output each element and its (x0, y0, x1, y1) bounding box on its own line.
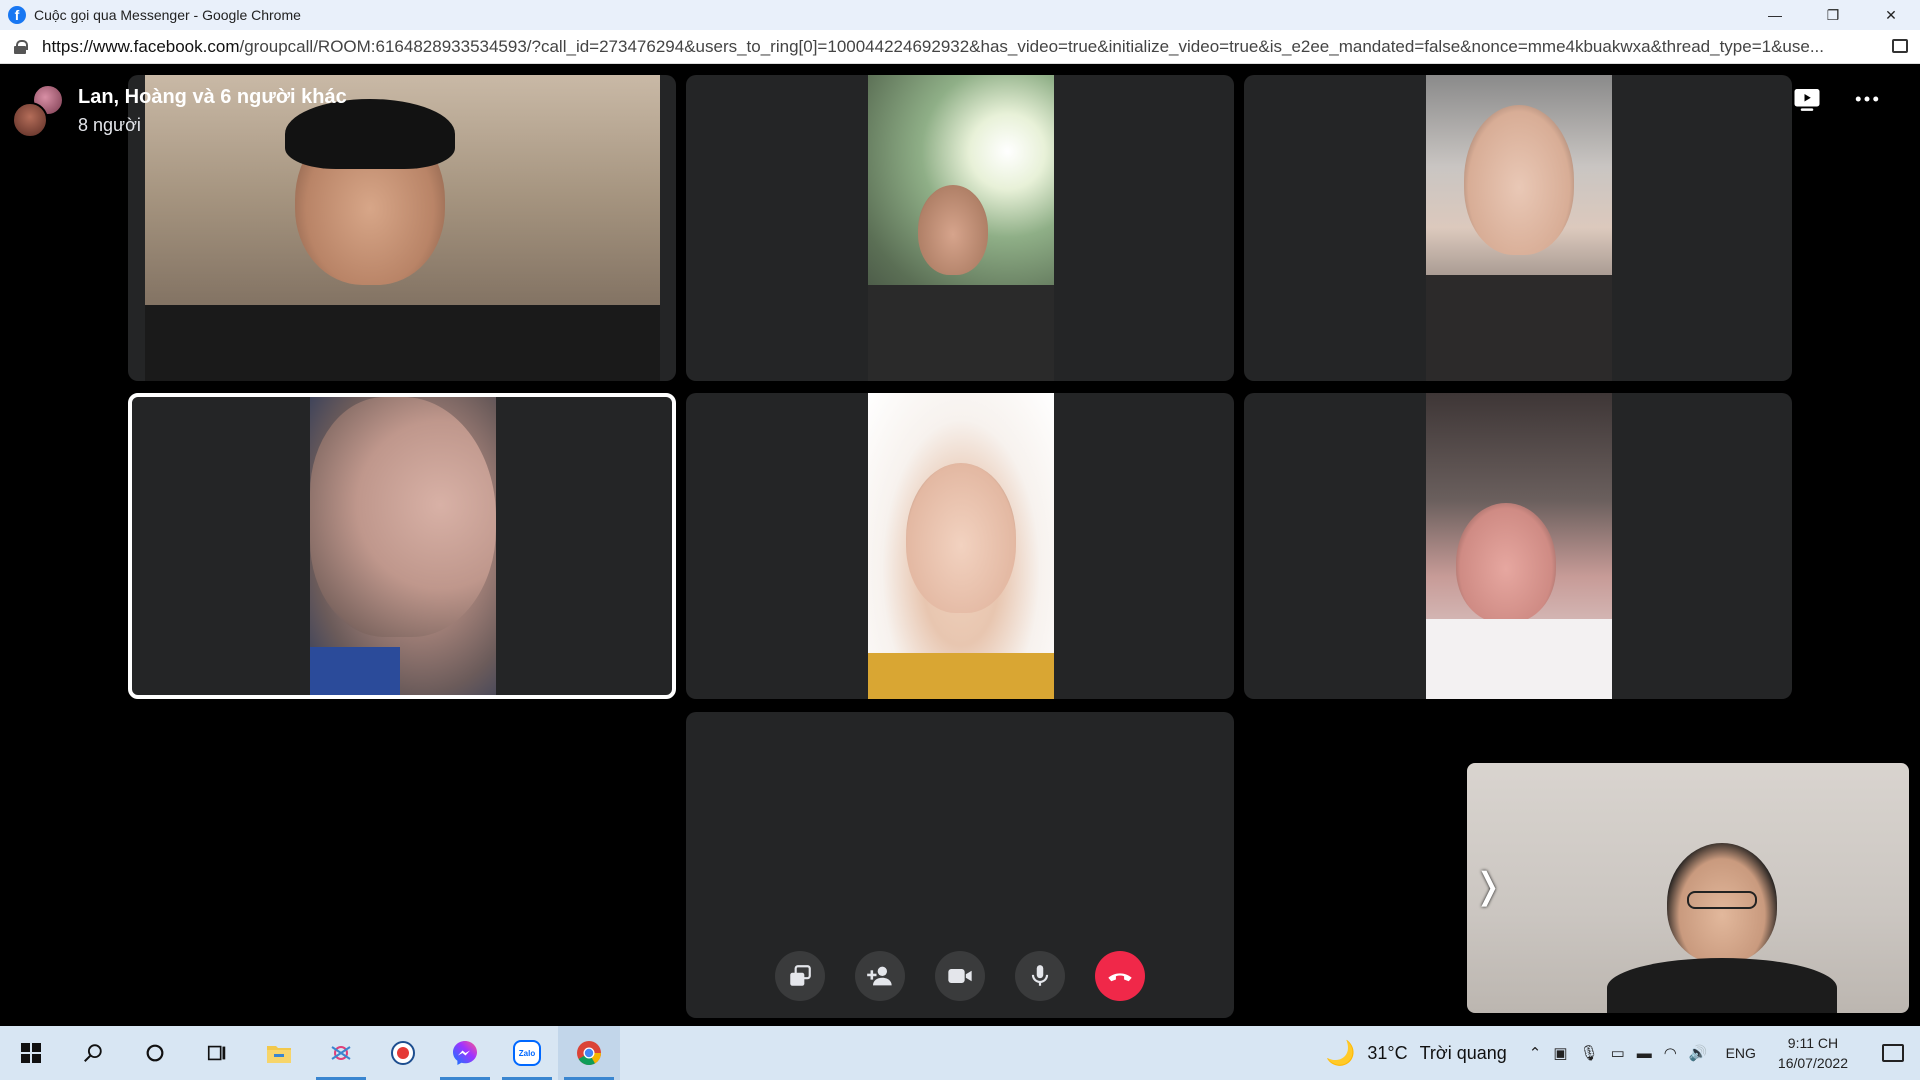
url-path: /groupcall/ROOM:6164828933534593/?call_i… (239, 36, 1825, 56)
group-name: Lan, Hoàng và 6 người khác (78, 86, 347, 108)
add-person-button[interactable] (855, 951, 905, 1001)
participant-tile[interactable] (1244, 393, 1792, 699)
call-area: Lan, Hoàng và 6 người khác 8 người ❭ (0, 64, 1920, 1026)
participant-video (310, 397, 496, 695)
participant-face (1456, 503, 1556, 623)
windows-start-icon (21, 1043, 41, 1063)
participant-video (868, 393, 1054, 699)
clock[interactable]: 9:11 CH 16/07/2022 (1778, 1033, 1848, 1073)
camera-icon (948, 969, 972, 983)
weather-temp: 31°C (1367, 1042, 1408, 1063)
lock-icon[interactable] (14, 39, 28, 54)
chrome-icon (577, 1041, 601, 1066)
window-title: Cuộc gọi qua Messenger - Google Chrome (34, 7, 301, 23)
weather-widget[interactable]: 🌙 31°C Trời quang (1326, 1039, 1507, 1068)
participant-face (310, 397, 496, 637)
restore-button[interactable]: ❐ (1804, 0, 1862, 30)
participant-tile[interactable] (686, 75, 1234, 381)
app-icon (391, 1041, 415, 1065)
avatar (12, 102, 48, 138)
participant-video (1426, 393, 1612, 699)
zalo-button[interactable]: Zalo (496, 1026, 558, 1080)
participant-tile[interactable] (686, 393, 1234, 699)
screen-share-icon[interactable] (1790, 82, 1824, 116)
volume-icon[interactable]: 🔊 (1689, 1044, 1708, 1062)
wifi-icon[interactable]: ◠ (1664, 1044, 1677, 1062)
battery-icon[interactable]: ▬ (1637, 1045, 1652, 1062)
url-text[interactable]: https://www.facebook.com/groupcall/ROOM:… (42, 37, 1882, 57)
zalo-icon: Zalo (513, 1040, 541, 1066)
participant-tile-active[interactable] (128, 393, 676, 699)
camera-button[interactable] (935, 951, 985, 1001)
end-call-button[interactable] (1095, 951, 1145, 1001)
self-shirt (1607, 958, 1837, 1013)
window-titlebar: f Cuộc gọi qua Messenger - Google Chrome… (0, 0, 1920, 30)
taskbar-app[interactable] (310, 1026, 372, 1080)
taskbar-app[interactable] (372, 1026, 434, 1080)
clock-date: 16/07/2022 (1777, 1055, 1848, 1071)
zalo-label: Zalo (518, 1048, 536, 1058)
cast-icon[interactable] (1892, 39, 1908, 53)
tray-icons: ⌃ ▣ 🎙 ▭ ▬ ◠ 🔊 (1529, 1044, 1708, 1063)
search-icon (84, 1044, 102, 1062)
call-controls (775, 951, 1145, 1001)
mic-icon[interactable]: 🎙 (1580, 1044, 1599, 1062)
monitor-icon[interactable]: ▭ (1611, 1044, 1625, 1062)
group-avatar (12, 84, 64, 138)
address-bar[interactable]: https://www.facebook.com/groupcall/ROOM:… (0, 30, 1920, 64)
participant-video (868, 75, 1054, 381)
taskbar: Zalo 🌙 31°C Trời quang ⌃ ▣ 🎙 ▭ ▬ ◠ 🔊 ENG… (0, 1026, 1920, 1080)
participant-count: 8 người (78, 115, 141, 135)
chevron-up-icon[interactable]: ⌃ (1529, 1044, 1542, 1062)
messenger-button[interactable] (434, 1026, 496, 1080)
system-tray: 🌙 31°C Trời quang ⌃ ▣ 🎙 ▭ ▬ ◠ 🔊 ENG 9:11… (1326, 1026, 1920, 1080)
facebook-icon: f (8, 6, 26, 24)
glasses-icon (1687, 891, 1757, 909)
group-info[interactable]: Lan, Hoàng và 6 người khác 8 người (12, 84, 347, 138)
messenger-icon (453, 1041, 477, 1065)
cortana-button[interactable] (124, 1026, 186, 1080)
close-button[interactable]: ✕ (1862, 0, 1920, 30)
participant-face (1464, 105, 1574, 255)
phone-hangup-icon (1108, 973, 1132, 982)
search-button[interactable] (62, 1026, 124, 1080)
clock-time: 9:11 CH (1787, 1035, 1839, 1051)
weather-text: Trời quang (1419, 1042, 1507, 1063)
participant-tile[interactable] (1244, 75, 1792, 381)
task-view-icon (207, 1045, 226, 1061)
participant-shirt (310, 647, 400, 695)
chrome-button[interactable] (558, 1026, 620, 1080)
minimize-button[interactable]: — (1746, 0, 1804, 30)
start-button[interactable] (0, 1026, 62, 1080)
participant-video (1426, 75, 1612, 381)
language-indicator[interactable]: ENG (1726, 1045, 1756, 1061)
add-person-icon (867, 966, 892, 986)
cortana-icon (146, 1044, 164, 1062)
participant-face (906, 463, 1016, 613)
participant-shirt (1426, 619, 1612, 699)
chevron-right-icon[interactable]: ❭ (1473, 865, 1503, 907)
task-view-button[interactable] (186, 1026, 248, 1080)
participant-shirt (868, 653, 1054, 699)
meet-now-icon[interactable]: ▣ (1553, 1044, 1567, 1062)
url-host: https://www.facebook.com (42, 36, 240, 56)
notification-icon[interactable] (1882, 1044, 1904, 1062)
mic-icon (1031, 965, 1049, 986)
self-view[interactable]: ❭ (1467, 763, 1909, 1013)
participant-face (918, 185, 988, 275)
more-options-icon[interactable] (1850, 82, 1884, 116)
moon-icon: 🌙 (1325, 1039, 1356, 1067)
gallery-icon (790, 965, 811, 986)
participant-shirt (145, 305, 660, 381)
mic-button[interactable] (1015, 951, 1065, 1001)
file-explorer-icon (267, 1046, 291, 1063)
switch-view-button[interactable] (775, 951, 825, 1001)
app-icon (331, 1046, 351, 1060)
window-controls: — ❐ ✕ (1746, 0, 1920, 30)
participant-shirt (868, 285, 1054, 381)
participant-shirt (1426, 275, 1612, 381)
file-explorer-button[interactable] (248, 1026, 310, 1080)
